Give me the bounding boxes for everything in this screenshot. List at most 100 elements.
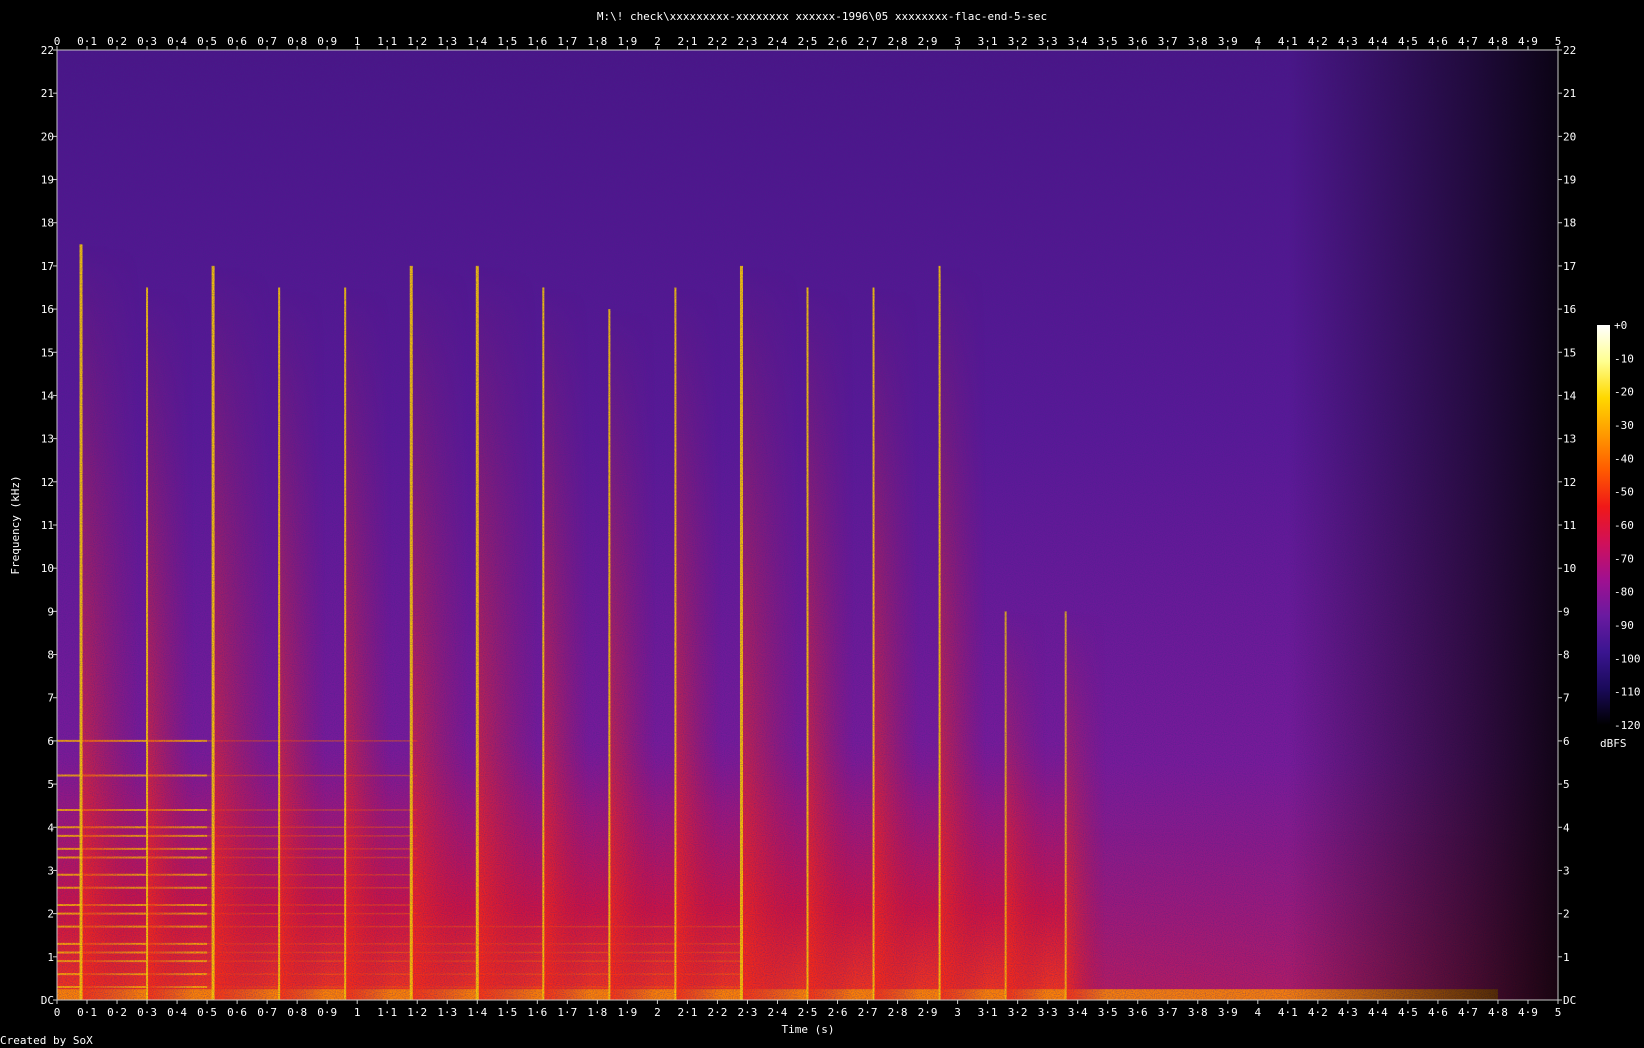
x-tick-label-bottom: 0·4 xyxy=(167,1006,187,1019)
x-tick-label-top: 1·3 xyxy=(437,35,457,48)
x-tick-label-bottom: 1·8 xyxy=(587,1006,607,1019)
x-tick-label-bottom: 3·7 xyxy=(1158,1006,1178,1019)
y-tick-label-right: 18 xyxy=(1563,217,1576,230)
colorbar-tick-label: -100 xyxy=(1614,652,1641,665)
colorbar-label: dBFS xyxy=(1600,737,1627,750)
y-tick-label-left: 7 xyxy=(47,692,54,705)
x-tick-label-top: 4·7 xyxy=(1458,35,1478,48)
x-tick-label-top: 3·3 xyxy=(1038,35,1058,48)
colorbar-tick-label: +0 xyxy=(1614,319,1627,332)
x-tick-label-bottom: 1·2 xyxy=(407,1006,427,1019)
spectrogram-chart: M:\! check\xxxxxxxxx-xxxxxxxx xxxxxx-199… xyxy=(0,10,1641,1047)
y-tick-label-right: 5 xyxy=(1563,778,1570,791)
x-tick-label-top: 0·7 xyxy=(257,35,277,48)
y-tick-label-left: 4 xyxy=(47,821,54,834)
y-tick-label-left: 20 xyxy=(41,130,54,143)
x-tick-label-top: 2·3 xyxy=(738,35,758,48)
x-tick-label-top: 1·2 xyxy=(407,35,427,48)
x-tick-label-top: 2·1 xyxy=(677,35,697,48)
x-tick-label-bottom: 1·9 xyxy=(617,1006,637,1019)
y-tick-label-right: 16 xyxy=(1563,303,1576,316)
y-tick-label-left: 15 xyxy=(41,346,54,359)
x-tick-label-bottom: 2 xyxy=(654,1006,661,1019)
x-tick-label-bottom: 4·2 xyxy=(1308,1006,1328,1019)
x-tick-label-top: 1·9 xyxy=(617,35,637,48)
y-tick-label-left: 12 xyxy=(41,476,54,489)
y-tick-label-left: 6 xyxy=(47,735,54,748)
x-tick-label-bottom: 0·3 xyxy=(137,1006,157,1019)
colorbar-tick-label: -60 xyxy=(1614,519,1634,532)
x-tick-label-bottom: 3·6 xyxy=(1128,1006,1148,1019)
chart-title: M:\! check\xxxxxxxxx-xxxxxxxx xxxxxx-199… xyxy=(597,10,1047,23)
y-tick-label-left: 2 xyxy=(47,908,54,921)
colorbar-tick-label: -30 xyxy=(1614,419,1634,432)
y-tick-label-right: 8 xyxy=(1563,649,1570,662)
y-tick-label-right: 3 xyxy=(1563,864,1570,877)
y-tick-label-left: 22 xyxy=(41,44,54,57)
y-tick-label-left: 9 xyxy=(47,605,54,618)
y-tick-label-right: 19 xyxy=(1563,174,1576,187)
x-tick-label-bottom: 0·2 xyxy=(107,1006,127,1019)
y-tick-label-right: 2 xyxy=(1563,908,1570,921)
colorbar-gradient xyxy=(1597,325,1610,725)
fade-out-region xyxy=(57,50,1558,1000)
y-tick-label-right: 22 xyxy=(1563,44,1576,57)
x-tick-label-bottom: 2·1 xyxy=(677,1006,697,1019)
x-tick-label-bottom: 0·6 xyxy=(227,1006,247,1019)
y-tick-label-left: 13 xyxy=(41,433,54,446)
y-tick-label-right: DC xyxy=(1563,994,1576,1007)
x-tick-label-top: 4·4 xyxy=(1368,35,1388,48)
x-tick-label-top: 3·2 xyxy=(1008,35,1028,48)
x-tick-label-top: 0·4 xyxy=(167,35,187,48)
x-tick-label-bottom: 1·5 xyxy=(497,1006,517,1019)
x-tick-label-top: 3·7 xyxy=(1158,35,1178,48)
x-tick-label-bottom: 2·8 xyxy=(888,1006,908,1019)
colorbar-tick-label: -110 xyxy=(1614,686,1641,699)
x-tick-label-bottom: 3·1 xyxy=(978,1006,998,1019)
y-tick-label-left: 14 xyxy=(41,389,55,402)
y-tick-label-right: 4 xyxy=(1563,821,1570,834)
x-tick-label-top: 4·1 xyxy=(1278,35,1298,48)
x-tick-label-bottom: 4·6 xyxy=(1428,1006,1448,1019)
y-tick-label-right: 9 xyxy=(1563,605,1570,618)
x-tick-label-top: 0·8 xyxy=(287,35,307,48)
x-tick-label-bottom: 0·8 xyxy=(287,1006,307,1019)
x-tick-label-bottom: 1 xyxy=(354,1006,361,1019)
x-tick-label-top: 1 xyxy=(354,35,361,48)
x-tick-label-bottom: 4·7 xyxy=(1458,1006,1478,1019)
footer-credit: Created by SoX xyxy=(0,1034,93,1047)
y-tick-label-right: 7 xyxy=(1563,692,1570,705)
x-tick-label-top: 2·6 xyxy=(828,35,848,48)
x-tick-label-top: 0·6 xyxy=(227,35,247,48)
x-tick-label-top: 1·5 xyxy=(497,35,517,48)
x-tick-label-top: 4·5 xyxy=(1398,35,1418,48)
x-tick-label-bottom: 3·3 xyxy=(1038,1006,1058,1019)
x-tick-label-top: 1·4 xyxy=(467,35,487,48)
x-tick-label-bottom: 2·9 xyxy=(918,1006,938,1019)
y-tick-label-left: 16 xyxy=(41,303,54,316)
x-tick-label-bottom: 4·9 xyxy=(1518,1006,1538,1019)
y-tick-label-right: 20 xyxy=(1563,130,1576,143)
y-tick-label-left: 19 xyxy=(41,174,54,187)
y-tick-label-left: 17 xyxy=(41,260,54,273)
colorbar: +0 -10 -20 -30 -40 -50 -60 -70 -80 -90 -100 -110 -12… xyxy=(1597,319,1641,750)
x-tick-label-top: 0 xyxy=(54,35,61,48)
x-axis-label: Time (s) xyxy=(782,1023,835,1036)
x-tick-label-top: 0·2 xyxy=(107,35,127,48)
x-tick-label-top: 2·9 xyxy=(918,35,938,48)
x-tick-label-top: 3·1 xyxy=(978,35,998,48)
x-tick-label-top: 4·8 xyxy=(1488,35,1508,48)
x-tick-label-bottom: 5 xyxy=(1555,1006,1562,1019)
x-tick-label-top: 4·6 xyxy=(1428,35,1448,48)
x-tick-label-top: 0·5 xyxy=(197,35,217,48)
x-tick-label-top: 3·5 xyxy=(1098,35,1118,48)
plot-area xyxy=(56,49,1559,1001)
x-tick-label-bottom: 0·7 xyxy=(257,1006,277,1019)
x-tick-label-bottom: 0·1 xyxy=(77,1006,97,1019)
colorbar-tick-label: -50 xyxy=(1614,486,1634,499)
colorbar-ticks: +0 -10 -20 -30 -40 -50 -60 -70 -80 -90 -100 -110 -12… xyxy=(1614,319,1641,732)
colorbar-tick-label: -80 xyxy=(1614,586,1634,599)
x-tick-label-bottom: 0·9 xyxy=(317,1006,337,1019)
x-tick-label-bottom: 3·5 xyxy=(1098,1006,1118,1019)
x-tick-label-bottom: 1·7 xyxy=(557,1006,577,1019)
